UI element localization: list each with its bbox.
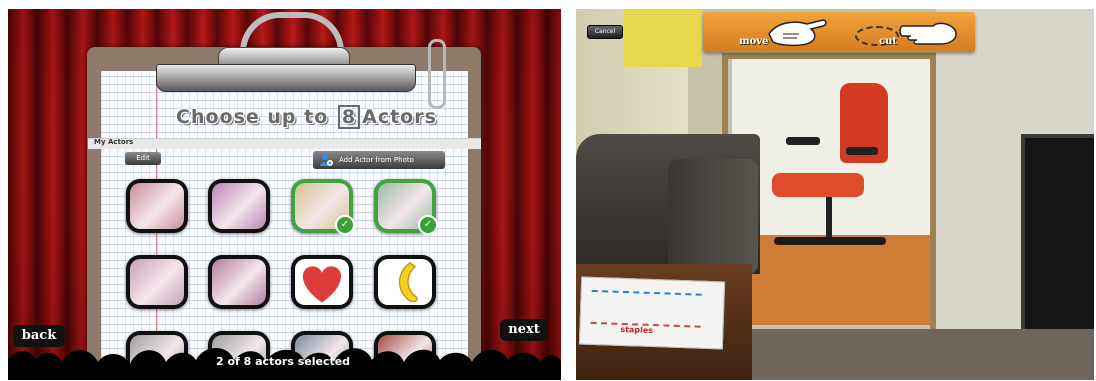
selection-status: 2 of 8 actors selected xyxy=(216,355,351,368)
black-picture-frame xyxy=(1021,134,1094,342)
actor-tile-dollhouse-pink-1[interactable] xyxy=(126,179,188,233)
paper-drawing xyxy=(590,289,702,328)
add-actor-from-photo-button[interactable]: Add Actor from Photo xyxy=(313,151,445,169)
gesture-hint-banner: move cut xyxy=(703,12,975,52)
actor-thumbnail xyxy=(212,259,266,305)
back-button[interactable]: back xyxy=(13,325,65,347)
foreground-floor xyxy=(752,329,1094,380)
yellow-poster xyxy=(624,9,702,67)
couch-arm xyxy=(668,159,758,274)
selected-check-icon: ✓ xyxy=(335,215,355,235)
section-header-bar xyxy=(88,138,481,149)
actor-thumbnail xyxy=(130,259,184,305)
chair-base xyxy=(774,237,886,245)
catalog-paper: staples xyxy=(578,276,726,350)
actor-picker-screen: Choose up to 8 Actors My Actors Edit Add … xyxy=(8,9,561,380)
title-suffix: Actors xyxy=(362,106,437,128)
actor-thumbnail xyxy=(130,183,184,229)
selected-check-icon: ✓ xyxy=(418,215,438,235)
actor-tile-dollhouse-teal[interactable]: ✓ xyxy=(374,179,438,235)
chair-arm-right xyxy=(846,147,878,155)
actor-thumbnail xyxy=(212,183,266,229)
actor-thumbnail xyxy=(378,259,432,305)
actor-tile-yellow-banana[interactable] xyxy=(374,255,436,309)
actor-tile-dollhouse-purple-1[interactable] xyxy=(208,179,270,233)
actor-thumbnail xyxy=(295,259,349,305)
cancel-button[interactable]: Cancel xyxy=(587,25,623,39)
add-actor-label: Add Actor from Photo xyxy=(339,156,414,164)
banana-icon xyxy=(398,262,418,303)
page-title: Choose up to 8 Actors xyxy=(176,105,437,129)
paper-text: staples xyxy=(620,324,654,336)
person-add-icon xyxy=(320,154,333,166)
paperclip-icon xyxy=(428,39,446,109)
chair-seat xyxy=(772,173,864,197)
edit-button[interactable]: Edit xyxy=(125,152,161,165)
actor-tile-dollhouse-pink-2[interactable] xyxy=(126,255,188,309)
actor-tile-dollhouse-room-green[interactable]: ✓ xyxy=(291,179,355,235)
chair-arm-left xyxy=(786,137,820,145)
cut-hand-icon xyxy=(899,22,957,45)
heart-icon xyxy=(302,266,342,303)
clipboard-clip-bar xyxy=(156,64,416,92)
actor-tile-red-heart[interactable] xyxy=(291,255,353,309)
photo-capture-screen: staples Cancel move cut xyxy=(576,9,1094,380)
next-button[interactable]: next xyxy=(500,319,548,341)
section-label: My Actors xyxy=(94,138,134,146)
chair-post xyxy=(826,197,832,237)
title-number: 8 xyxy=(337,105,361,129)
cut-label: cut xyxy=(879,36,897,47)
move-label: move xyxy=(739,36,769,47)
move-hand-icon xyxy=(768,19,827,47)
actor-tile-dollhouse-pink-3[interactable] xyxy=(208,255,270,309)
title-prefix: Choose up to xyxy=(176,106,329,128)
